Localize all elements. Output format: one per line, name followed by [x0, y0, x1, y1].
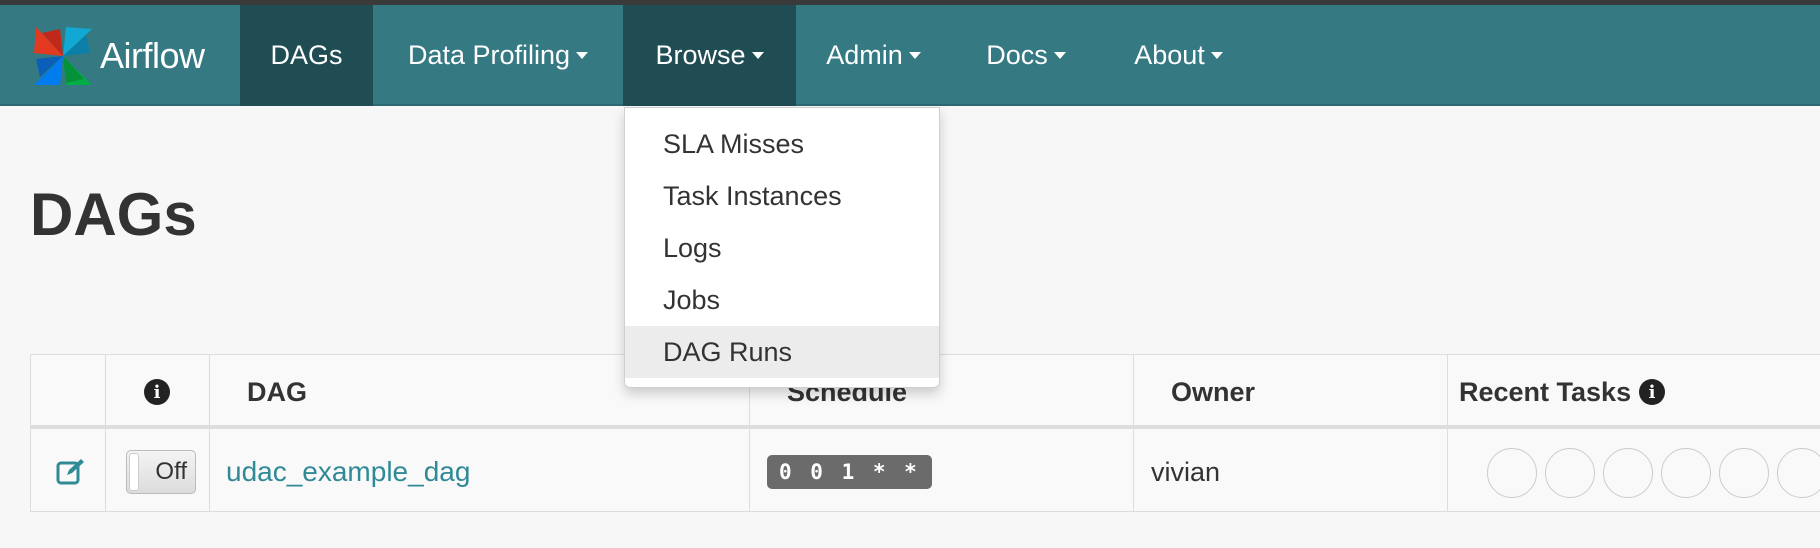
header-info: i: [105, 355, 209, 429]
header-dag[interactable]: DAG: [247, 355, 307, 429]
recent-tasks-cell: [1457, 433, 1820, 511]
task-state-circle[interactable]: [1545, 448, 1595, 498]
dag-link[interactable]: udac_example_dag: [226, 456, 470, 488]
toggle-label: Off: [155, 458, 187, 485]
menu-item-dag-runs[interactable]: DAG Runs: [625, 326, 939, 378]
task-state-circle[interactable]: [1777, 448, 1820, 498]
caret-down-icon: [1210, 52, 1223, 59]
nav-docs[interactable]: Docs: [951, 5, 1101, 106]
caret-down-icon: [1053, 52, 1066, 59]
schedule-cell: 0 0 1 * *: [767, 433, 932, 511]
nav-data-profiling-label: Data Profiling: [407, 40, 571, 70]
info-circle-icon[interactable]: i: [144, 379, 170, 405]
menu-item-sla-misses[interactable]: SLA Misses: [625, 118, 939, 170]
dag-pause-toggle[interactable]: Off: [126, 450, 196, 494]
nav-data-profiling[interactable]: Data Profiling: [373, 5, 623, 106]
owner-cell: vivian: [1151, 456, 1221, 487]
nav-browse-label: Browse: [655, 40, 746, 70]
nav-admin[interactable]: Admin: [796, 5, 951, 106]
header-owner[interactable]: Owner: [1171, 355, 1255, 429]
task-state-circle[interactable]: [1719, 448, 1769, 498]
header-recent-tasks: Recent Tasks i: [1459, 355, 1666, 429]
table-row: Off udac_example_dag 0 0 1 * * vivian: [31, 433, 1820, 511]
menu-item-task-instances[interactable]: Task Instances: [625, 170, 939, 222]
nav-dags-label: DAGs: [270, 40, 343, 70]
menu-item-logs[interactable]: Logs: [625, 222, 939, 274]
task-state-circle[interactable]: [1661, 448, 1711, 498]
page-title: DAGs: [30, 181, 197, 248]
nav-docs-label: Docs: [986, 40, 1048, 70]
menu-item-jobs[interactable]: Jobs: [625, 274, 939, 326]
toggle-handle: [129, 453, 139, 491]
browse-dropdown-menu: SLA Misses Task Instances Logs Jobs DAG …: [624, 107, 940, 388]
edit-icon-graphic: [56, 459, 84, 485]
task-state-circle[interactable]: [1603, 448, 1653, 498]
caret-down-icon: [908, 52, 921, 59]
task-state-circle[interactable]: [1487, 448, 1537, 498]
brand-logo-link[interactable]: Airflow: [30, 25, 205, 87]
header-recent-tasks-label: Recent Tasks: [1459, 376, 1632, 407]
top-navbar: Airflow DAGs Data Profiling Browse Admin…: [0, 5, 1820, 106]
info-circle-icon[interactable]: i: [1639, 379, 1666, 405]
dag-toggle-cell: Off: [121, 433, 201, 511]
nav-about-label: About: [1134, 40, 1205, 70]
caret-down-icon: [576, 52, 589, 59]
dag-id-cell: udac_example_dag: [226, 433, 470, 511]
caret-down-icon: [751, 52, 764, 59]
schedule-badge: 0 0 1 * *: [767, 455, 932, 489]
nav-dags[interactable]: DAGs: [240, 5, 373, 106]
nav-about[interactable]: About: [1101, 5, 1256, 106]
pinwheel-logo-icon: [34, 27, 92, 85]
edit-icon[interactable]: [51, 433, 91, 511]
brand-name: Airflow: [100, 35, 205, 76]
nav-browse[interactable]: Browse: [623, 5, 796, 106]
nav-admin-label: Admin: [826, 40, 903, 70]
